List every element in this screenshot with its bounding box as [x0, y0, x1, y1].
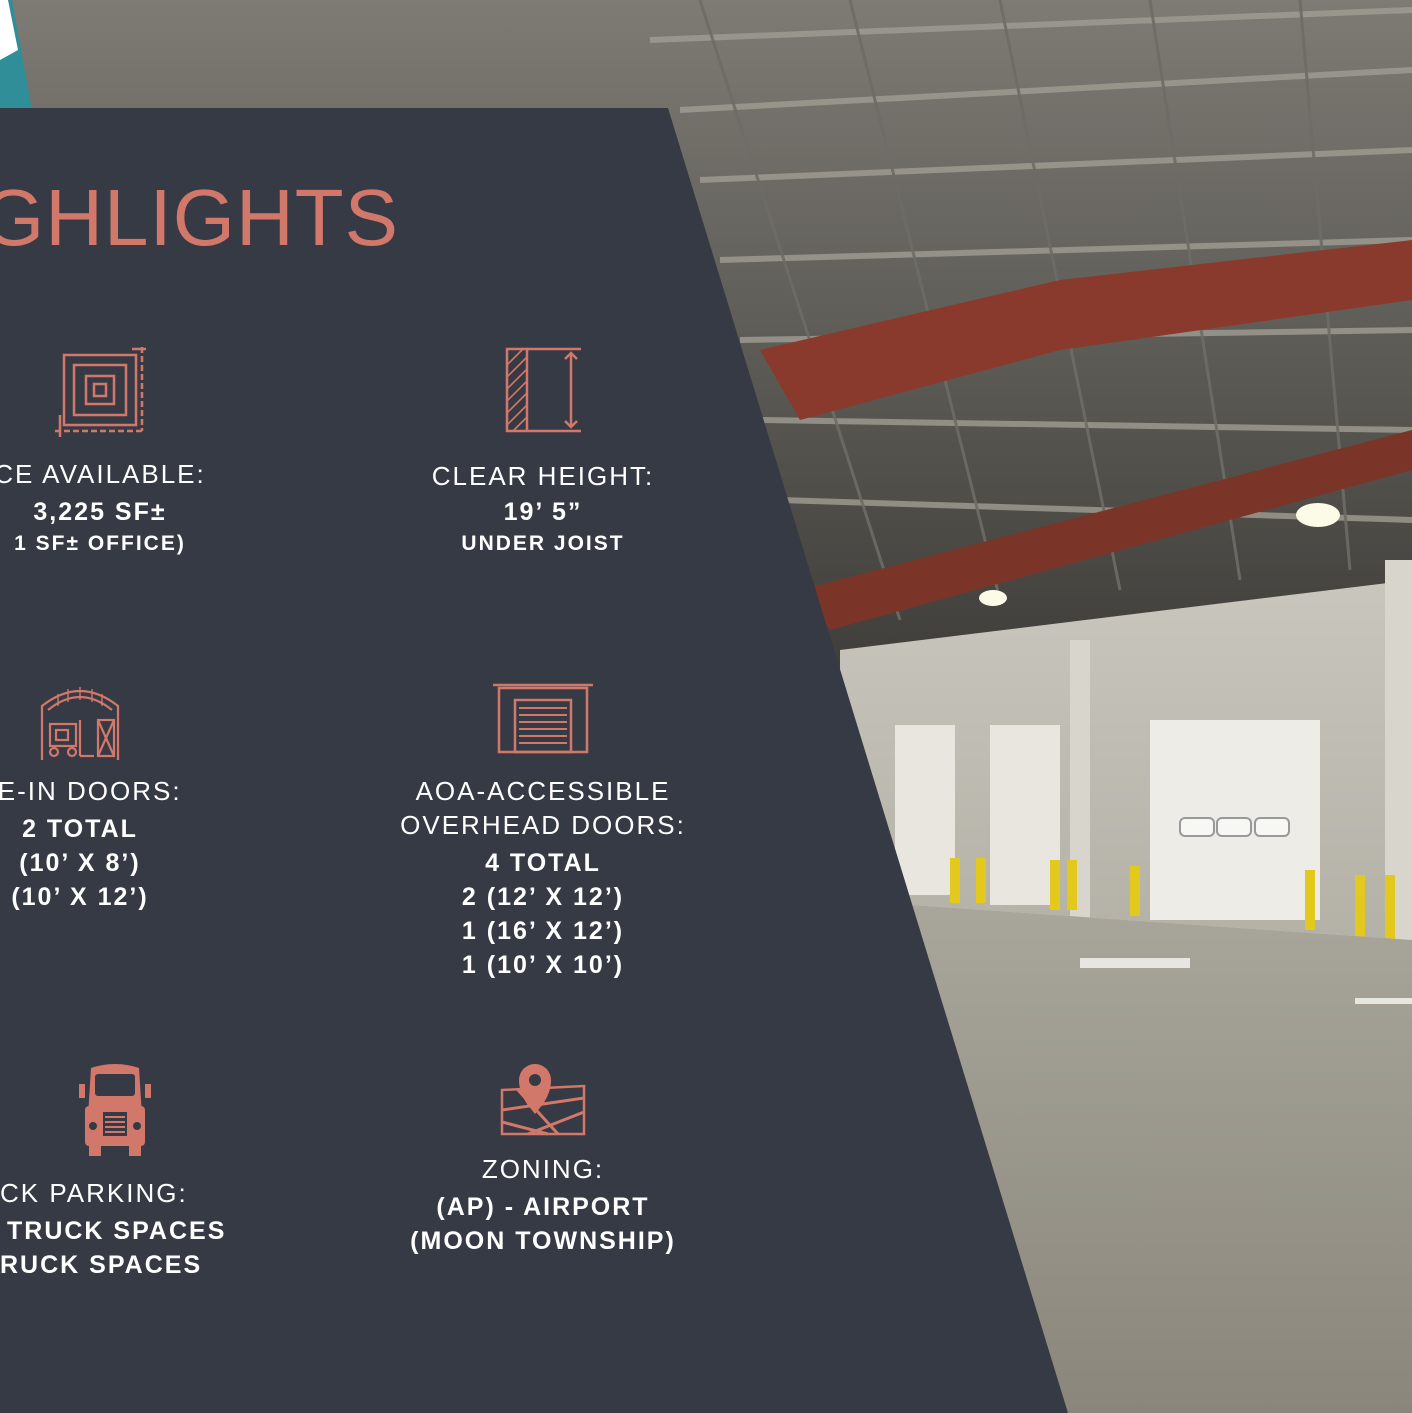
- warehouse-forklift-icon: [40, 687, 120, 760]
- section-heading: GHLIGHTS: [0, 173, 399, 262]
- drive-line-2: (10’ X 8’): [19, 849, 141, 877]
- aoa-line-4: 1 (10’ X 10’): [461, 951, 625, 979]
- clear-height-icon: [505, 347, 581, 433]
- aoa-line-2: 2 (12’ X 12’): [461, 883, 625, 911]
- aoa-line-3: 1 (16’ X 12’): [461, 917, 625, 945]
- drive-line-1: 2 TOTAL: [22, 815, 138, 843]
- aoa-line-1: 4 TOTAL: [485, 849, 601, 877]
- drive-label: VE-IN DOORS:: [0, 776, 182, 806]
- zoning-line-1: (AP) - AIRPORT: [436, 1193, 650, 1221]
- height-label: CLEAR HEIGHT:: [431, 461, 655, 491]
- parking-line-2: RUCK SPACES: [0, 1251, 203, 1279]
- space-sub: 1 SF± OFFICE): [14, 532, 186, 555]
- map-pin-icon: [500, 1064, 586, 1136]
- space-label: CE AVAILABLE:: [0, 459, 206, 489]
- overhead-door-icon: [493, 683, 593, 754]
- item-space-available: CE AVAILABLE: 3,225 SF± 1 SF± OFFICE): [0, 345, 230, 559]
- height-value: 19’ 5”: [503, 498, 583, 526]
- flyer-page: GHLIGHTS CE AVAILABLE: 3,225 SF± 1 SF± O…: [0, 0, 1412, 1413]
- aoa-label-1: AOA-ACCESSIBLE: [415, 776, 671, 806]
- item-truck-parking: CK PARKING: TRUCK SPACES RUCK SPACES: [0, 1062, 280, 1282]
- aoa-label-2: OVERHEAD DOORS:: [400, 810, 686, 840]
- parking-label: CK PARKING:: [0, 1178, 188, 1208]
- height-sub: UNDER JOIST: [461, 532, 625, 555]
- item-clear-height: CLEAR HEIGHT: 19’ 5” UNDER JOIST: [413, 345, 673, 559]
- drive-line-3: (10’ X 12’): [11, 883, 149, 911]
- item-zoning: ZONING: (AP) - AIRPORT (MOON TOWNSHIP): [383, 1060, 703, 1258]
- zoning-line-2: (MOON TOWNSHIP): [410, 1227, 676, 1255]
- parking-line-1: TRUCK SPACES: [7, 1217, 227, 1245]
- floor-plan-icon: [55, 347, 146, 437]
- zoning-label: ZONING:: [481, 1154, 605, 1184]
- truck-icon: [79, 1064, 151, 1156]
- item-aoa-overhead-doors: AOA-ACCESSIBLE OVERHEAD DOORS: 4 TOTAL 2…: [393, 682, 693, 982]
- space-value: 3,225 SF±: [33, 498, 167, 526]
- item-drive-in-doors: VE-IN DOORS: 2 TOTAL (10’ X 8’) (10’ X 1…: [0, 680, 200, 914]
